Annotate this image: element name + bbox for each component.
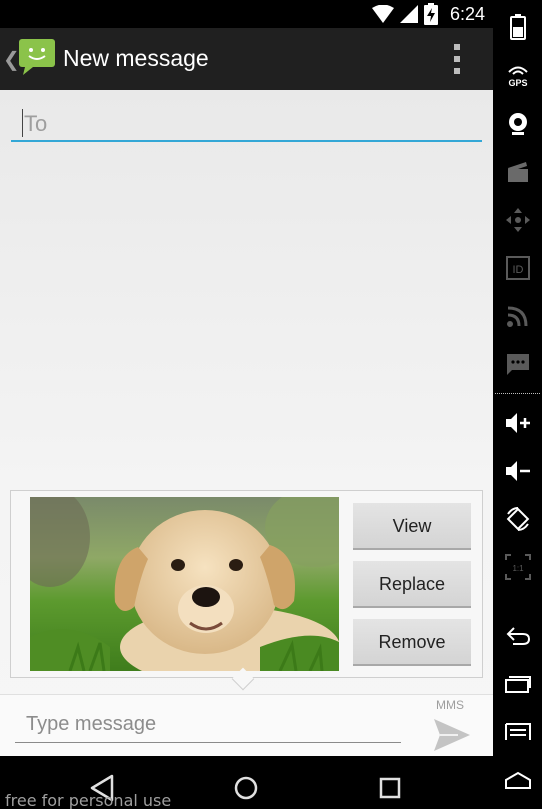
media-icon[interactable]: [493, 152, 542, 192]
puppy-image: [30, 497, 339, 671]
page-title: New message: [63, 45, 209, 71]
overflow-menu-icon[interactable]: [447, 44, 467, 74]
scale-icon[interactable]: 1:1: [493, 547, 542, 587]
battery-charging-icon: [423, 3, 438, 25]
device-id-label: ID: [512, 264, 523, 276]
dpad-icon[interactable]: [493, 200, 542, 240]
side-panel-divider: [495, 393, 540, 394]
battery-icon[interactable]: [493, 7, 542, 47]
navigation-bar: free for personal use: [0, 756, 493, 809]
send-icon[interactable]: [432, 717, 472, 753]
remove-button[interactable]: Remove: [353, 619, 471, 666]
menu-icon[interactable]: [493, 712, 542, 752]
action-bar: ❮ New message: [0, 28, 493, 90]
attachment-pointer: [231, 667, 255, 691]
recipient-field[interactable]: To: [11, 106, 482, 142]
android-screen: 6:24 ❮ New message To View Replace Remov…: [0, 0, 493, 809]
puppy-photo[interactable]: [30, 497, 339, 671]
replace-button[interactable]: Replace: [353, 561, 471, 608]
network-rss-icon[interactable]: [493, 296, 542, 336]
messaging-app-icon[interactable]: [17, 37, 57, 77]
scale-label: 1:1: [512, 564, 524, 573]
sms-icon[interactable]: [493, 344, 542, 384]
watermark-text: free for personal use: [5, 791, 172, 809]
back-icon[interactable]: [493, 616, 542, 656]
emulator-side-panel: GPS ID 1:1: [493, 0, 542, 809]
volume-down-icon[interactable]: [493, 451, 542, 491]
gps-label: GPS: [508, 78, 527, 88]
signal-icon: [399, 5, 418, 23]
message-placeholder: Type message: [26, 713, 157, 735]
camera-icon[interactable]: [493, 104, 542, 144]
recents-icon[interactable]: [370, 768, 410, 808]
recipient-placeholder: To: [24, 111, 48, 136]
clock: 6:24: [449, 3, 485, 24]
view-button[interactable]: View: [353, 503, 471, 550]
home-icon[interactable]: [226, 768, 266, 808]
status-bar: 6:24: [0, 0, 493, 28]
text-cursor: [22, 109, 23, 137]
message-input[interactable]: Type message: [15, 705, 401, 743]
rotate-icon[interactable]: [493, 499, 542, 539]
gps-icon[interactable]: GPS: [493, 56, 542, 96]
volume-up-icon[interactable]: [493, 403, 542, 443]
home-icon[interactable]: [493, 760, 542, 800]
device-id-icon[interactable]: ID: [493, 248, 542, 288]
mms-label: MMS: [436, 698, 464, 712]
message-compose-area: To View Replace Remove Type message MMS: [0, 90, 493, 756]
recent-apps-icon[interactable]: [493, 664, 542, 704]
attachment-panel: View Replace Remove: [10, 490, 483, 691]
wifi-icon: [371, 5, 394, 23]
compose-bar: Type message MMS: [0, 694, 493, 756]
